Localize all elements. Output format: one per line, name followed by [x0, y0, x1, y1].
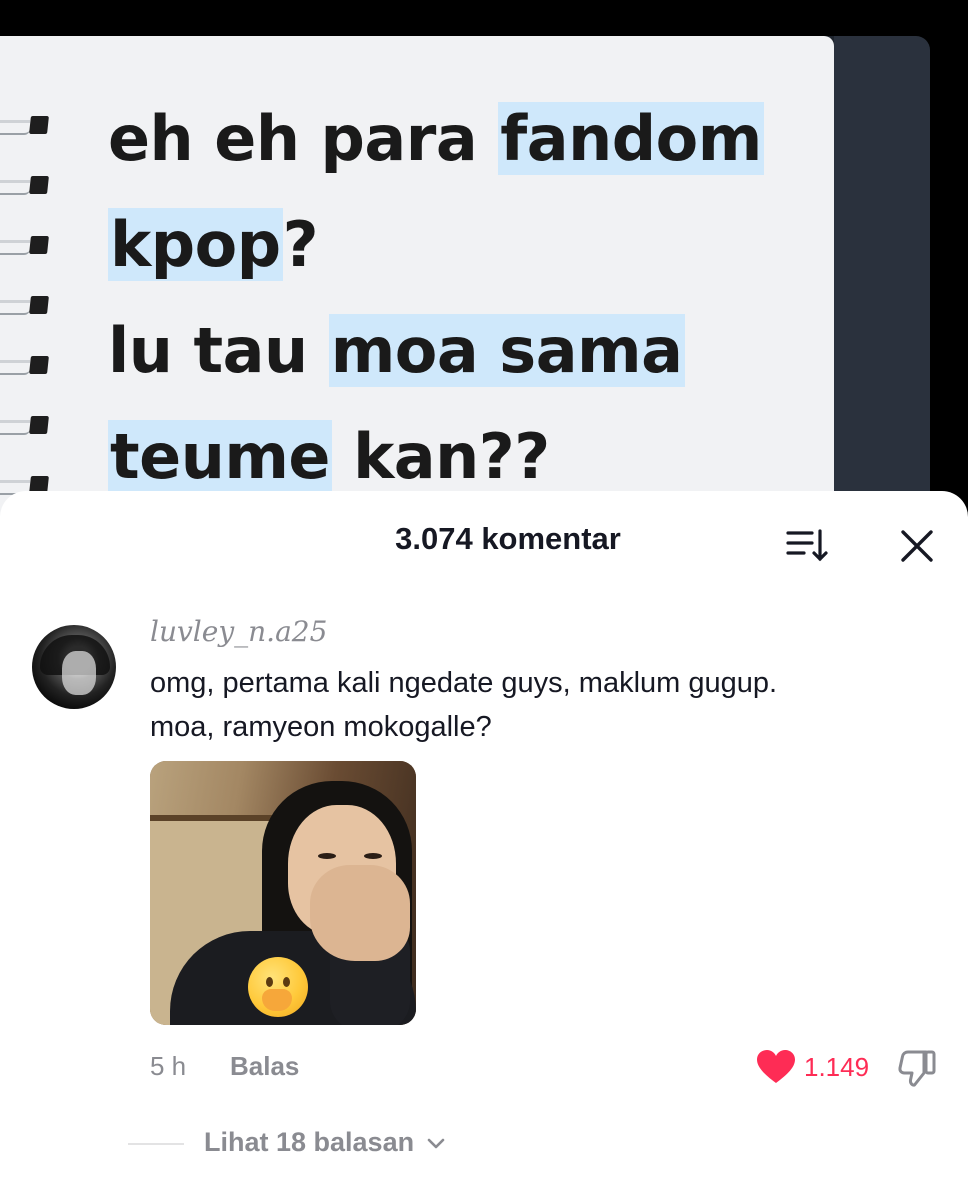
- comment-attached-photo[interactable]: [150, 761, 416, 1025]
- notebook-cover: [820, 36, 930, 520]
- comment-username[interactable]: luvley_n.a25: [150, 615, 327, 648]
- hand-over-mouth-emoji-icon: [248, 957, 308, 1017]
- reply-button[interactable]: Balas: [230, 1051, 299, 1082]
- caption-text: ?: [282, 208, 319, 281]
- caption-text: kan??: [331, 420, 550, 493]
- replies-divider: [128, 1143, 184, 1145]
- caption-text: lu tau: [108, 314, 329, 387]
- view-replies-button[interactable]: Lihat 18 balasan: [204, 1127, 446, 1158]
- sort-icon: [786, 529, 828, 562]
- caption-highlighted-text: teume: [108, 420, 332, 493]
- comment-text-line: moa, ramyeon mokogalle?: [150, 711, 492, 743]
- comment-text: omg, pertama kali ngedate guys, maklum g…: [150, 661, 940, 749]
- caption-highlighted-text: kpop: [108, 208, 283, 281]
- avatar[interactable]: [32, 625, 116, 709]
- view-replies-label: Lihat 18 balasan: [204, 1127, 415, 1157]
- comment-timestamp: 5 h: [150, 1051, 187, 1081]
- like-count: 1.149: [804, 1052, 870, 1082]
- video-caption: eh eh para fandom kpop? lu tau moa sama teu…: [108, 86, 808, 510]
- sort-button[interactable]: [784, 525, 832, 565]
- caption-line: eh eh para fandom: [108, 86, 808, 192]
- comment-text-line: omg, pertama kali ngedate guys, maklum g…: [150, 667, 778, 699]
- comments-sheet: 3.074 komentar luvley_n.a25 omg, pertama…: [0, 491, 968, 1200]
- caption-line: kpop?: [108, 192, 808, 298]
- thumbs-down-icon: [898, 1050, 936, 1087]
- caption-highlighted-text: fandom: [498, 102, 764, 175]
- caption-line: lu tau moa sama: [108, 298, 808, 404]
- chevron-down-icon: [427, 1138, 444, 1149]
- video-background[interactable]: eh eh para fandom kpop? lu tau moa sama teu…: [0, 0, 968, 520]
- dislike-button[interactable]: [896, 1047, 938, 1089]
- caption-highlighted-text: moa sama: [328, 314, 685, 387]
- caption-text: eh eh para: [108, 102, 499, 175]
- close-button[interactable]: [896, 525, 938, 567]
- close-icon: [901, 530, 933, 562]
- like-button[interactable]: [756, 1049, 796, 1085]
- heart-icon: [757, 1050, 795, 1083]
